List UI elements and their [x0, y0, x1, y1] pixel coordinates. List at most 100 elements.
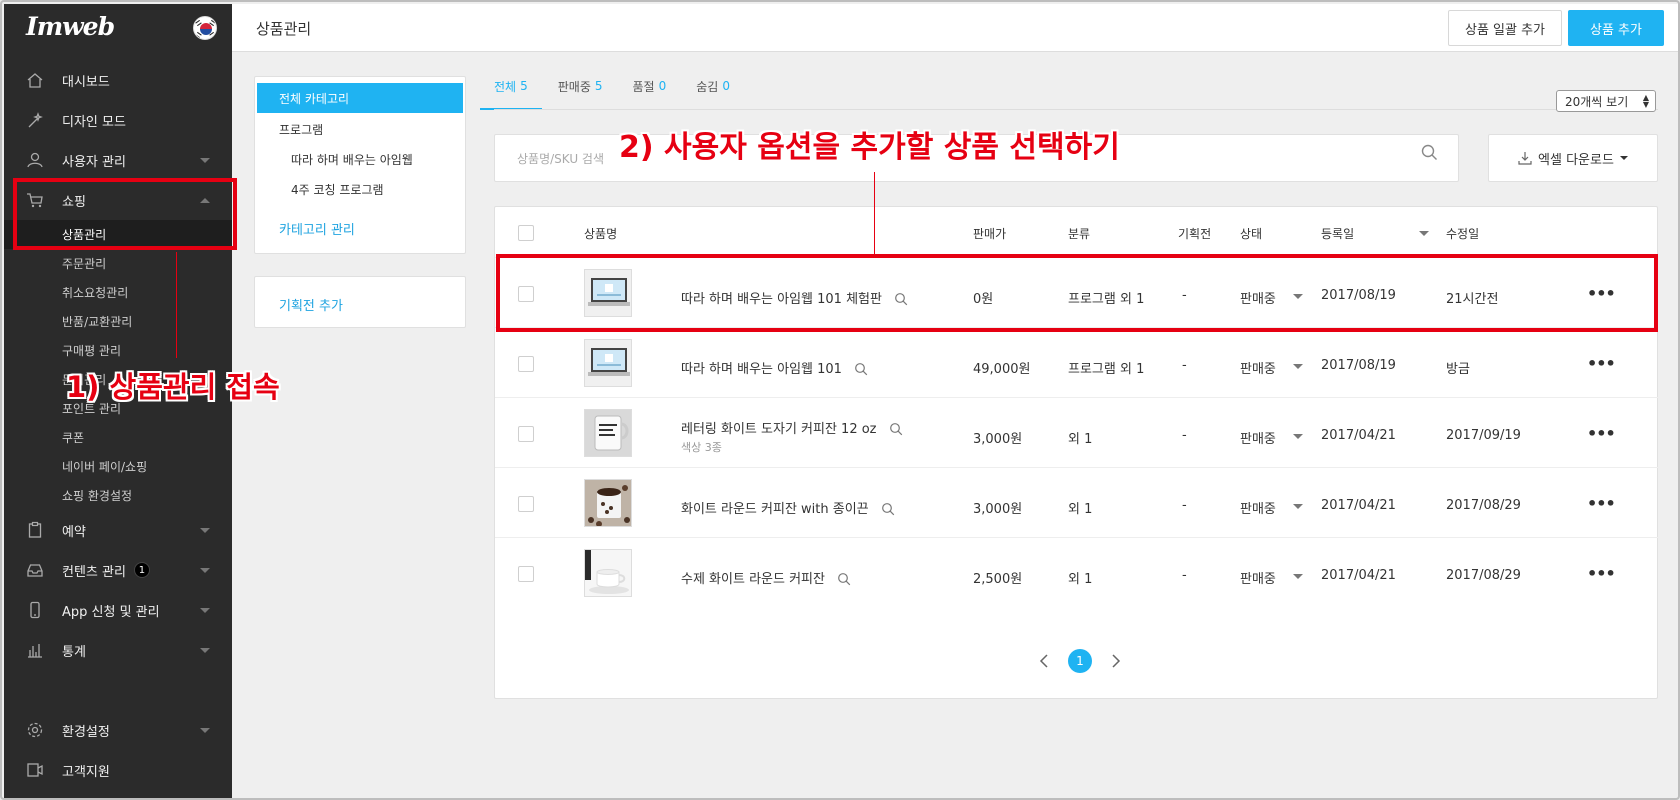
sidebar-sub-shop-settings[interactable]: 쇼핑 환경설정 — [4, 481, 232, 510]
table-row[interactable]: 수제 화이트 라운드 커피잔 2,500원 외 1 - 판매중 2017/04/… — [495, 537, 1659, 612]
table-row[interactable]: 따라 하며 배우는 아임웹 101 49,000원 프로그램 외 1 - 판매중… — [495, 327, 1659, 402]
category-all[interactable]: 전체 카테고리 — [257, 83, 463, 113]
status-select[interactable]: 판매중 — [1240, 568, 1276, 587]
bulk-add-button[interactable]: 상품 일괄 추가 — [1448, 10, 1562, 46]
download-icon — [1518, 152, 1532, 165]
category-manage-link[interactable]: 카테고리 관리 — [279, 219, 355, 238]
magnifier-icon[interactable] — [889, 422, 903, 436]
modified-date-cell: 2017/08/29 — [1446, 498, 1521, 513]
magic-wand-icon — [28, 112, 43, 128]
sidebar-sub-returns[interactable]: 반품/교환관리 — [4, 307, 232, 336]
logo[interactable]: Imweb — [26, 12, 115, 41]
product-thumbnail[interactable] — [584, 479, 632, 527]
more-options-icon[interactable]: ••• — [1587, 424, 1616, 443]
column-header-exhibition[interactable]: 기획전 — [1178, 225, 1211, 242]
table-row[interactable]: 레터링 화이트 도자기 커피잔 12 oz 색상 3종 3,000원 외 1 -… — [495, 397, 1659, 472]
exhibition-cell: - — [1182, 428, 1187, 443]
row-checkbox[interactable] — [518, 566, 534, 582]
sidebar-item-user-management[interactable]: 사용자 관리 — [4, 140, 232, 180]
add-exhibition-link[interactable]: 기획전 추가 — [279, 295, 343, 314]
sidebar-sub-cancel-requests[interactable]: 취소요청관리 — [4, 278, 232, 307]
chevron-down-icon[interactable] — [1293, 434, 1303, 439]
magnifier-icon[interactable] — [854, 362, 868, 376]
magnifier-icon[interactable] — [837, 572, 851, 586]
tab-label: 판매중 — [557, 79, 591, 94]
sidebar-item-reservation[interactable]: 예약 — [4, 510, 232, 550]
category-cell: 외 1 — [1068, 502, 1093, 517]
tab-label: 전체 — [494, 79, 517, 94]
tab-sold-out[interactable]: 품절 0 — [633, 62, 667, 110]
product-name[interactable]: 레터링 화이트 도자기 커피잔 12 oz — [681, 418, 903, 437]
chevron-left-icon[interactable] — [1035, 651, 1055, 671]
status-select[interactable]: 판매중 — [1240, 428, 1276, 447]
korea-flag-icon[interactable] — [193, 16, 217, 40]
excel-download-button[interactable]: 엑셀 다운로드 — [1488, 134, 1658, 182]
category-child-item[interactable]: 4주 코칭 프로그램 — [291, 181, 384, 198]
sidebar-item-statistics[interactable]: 통계 — [4, 630, 232, 670]
sidebar-sub-naver-pay[interactable]: 네이버 페이/쇼핑 — [4, 452, 232, 481]
product-thumbnail[interactable] — [584, 339, 632, 387]
sidebar-item-design-mode[interactable]: 디자인 모드 — [4, 100, 232, 140]
sidebar-sub-orders[interactable]: 주문관리 — [4, 249, 232, 278]
sidebar-item-app[interactable]: App 신청 및 관리 — [4, 590, 232, 630]
product-name[interactable]: 따라 하며 배우는 아임웹 101 — [681, 358, 868, 377]
tab-label: 품절 — [632, 79, 655, 94]
price-cell: 3,000원 — [973, 502, 1023, 517]
row-checkbox[interactable] — [518, 356, 534, 372]
tab-count: 0 — [722, 79, 730, 93]
tab-on-sale[interactable]: 판매중 5 — [558, 62, 603, 110]
column-header-name[interactable]: 상품명 — [584, 225, 617, 242]
column-header-status[interactable]: 상태 — [1240, 225, 1262, 242]
mobile-icon — [30, 601, 40, 619]
more-options-icon[interactable]: ••• — [1587, 494, 1616, 513]
sidebar-sub-reviews[interactable]: 구매평 관리 — [4, 336, 232, 365]
modified-date-cell: 방금 — [1446, 362, 1470, 377]
product-thumbnail[interactable] — [584, 549, 632, 597]
chevron-down-icon[interactable] — [1293, 504, 1303, 509]
category-child-item[interactable]: 따라 하며 배우는 아임웹 — [291, 151, 413, 168]
chevron-down-icon[interactable] — [1293, 364, 1303, 369]
select-all-checkbox[interactable] — [518, 225, 534, 241]
registered-date-cell: 2017/08/19 — [1321, 358, 1396, 373]
sidebar-item-dashboard[interactable]: 대시보드 — [4, 60, 232, 100]
chevron-down-icon[interactable] — [1293, 574, 1303, 579]
chevron-down-icon — [200, 158, 210, 163]
more-options-icon[interactable]: ••• — [1587, 564, 1616, 583]
chevron-right-icon[interactable] — [1105, 651, 1125, 671]
status-select[interactable]: 판매중 — [1240, 498, 1276, 517]
sidebar-sub-coupons[interactable]: 쿠폰 — [4, 423, 232, 452]
product-name[interactable]: 수제 화이트 라운드 커피잔 — [681, 568, 851, 587]
tab-divider — [494, 109, 1658, 110]
row-checkbox[interactable] — [518, 426, 534, 442]
table-row[interactable]: 화이트 라운드 커피잔 with 종이끈 3,000원 외 1 - 판매중 20… — [495, 467, 1659, 542]
sidebar-item-settings[interactable]: 환경설정 — [4, 710, 232, 750]
magnifier-icon[interactable] — [881, 502, 895, 516]
product-name-text: 화이트 라운드 커피잔 with 종이끈 — [681, 502, 869, 517]
category-panel: 전체 카테고리 프로그램 따라 하며 배우는 아임웹 4주 코칭 프로그램 카테… — [254, 76, 466, 254]
sidebar-item-contents[interactable]: 컨텐츠 관리 1 — [4, 550, 232, 590]
column-header-registered[interactable]: 등록일 — [1321, 225, 1354, 242]
column-header-category[interactable]: 분류 — [1068, 225, 1090, 242]
add-product-button[interactable]: 상품 추가 — [1568, 10, 1664, 46]
home-icon — [27, 73, 43, 88]
tab-hidden[interactable]: 숨김 0 — [696, 62, 730, 110]
sort-desc-icon[interactable] — [1419, 231, 1429, 236]
product-thumbnail[interactable] — [584, 409, 632, 457]
column-header-price[interactable]: 판매가 — [973, 225, 1006, 242]
search-icon[interactable] — [1420, 143, 1440, 163]
category-program[interactable]: 프로그램 — [279, 121, 323, 138]
sidebar-item-label: 사용자 관리 — [62, 154, 126, 170]
annotation-line-step1 — [176, 252, 177, 358]
row-checkbox[interactable] — [518, 496, 534, 512]
status-select[interactable]: 판매중 — [1240, 358, 1276, 377]
chevron-down-icon — [200, 648, 210, 653]
per-page-select[interactable]: 20개씩 보기 ▲ ▼ — [1556, 90, 1656, 112]
page-number-current[interactable]: 1 — [1068, 649, 1092, 673]
sidebar-item-support[interactable]: 고객지원 — [4, 750, 232, 790]
more-options-icon[interactable]: ••• — [1587, 354, 1616, 373]
column-header-modified[interactable]: 수정일 — [1446, 225, 1479, 242]
tab-label: 숨김 — [696, 79, 719, 94]
chevron-down-icon — [200, 608, 210, 613]
product-name[interactable]: 화이트 라운드 커피잔 with 종이끈 — [681, 498, 895, 517]
tab-all[interactable]: 전체 5 — [480, 62, 542, 110]
